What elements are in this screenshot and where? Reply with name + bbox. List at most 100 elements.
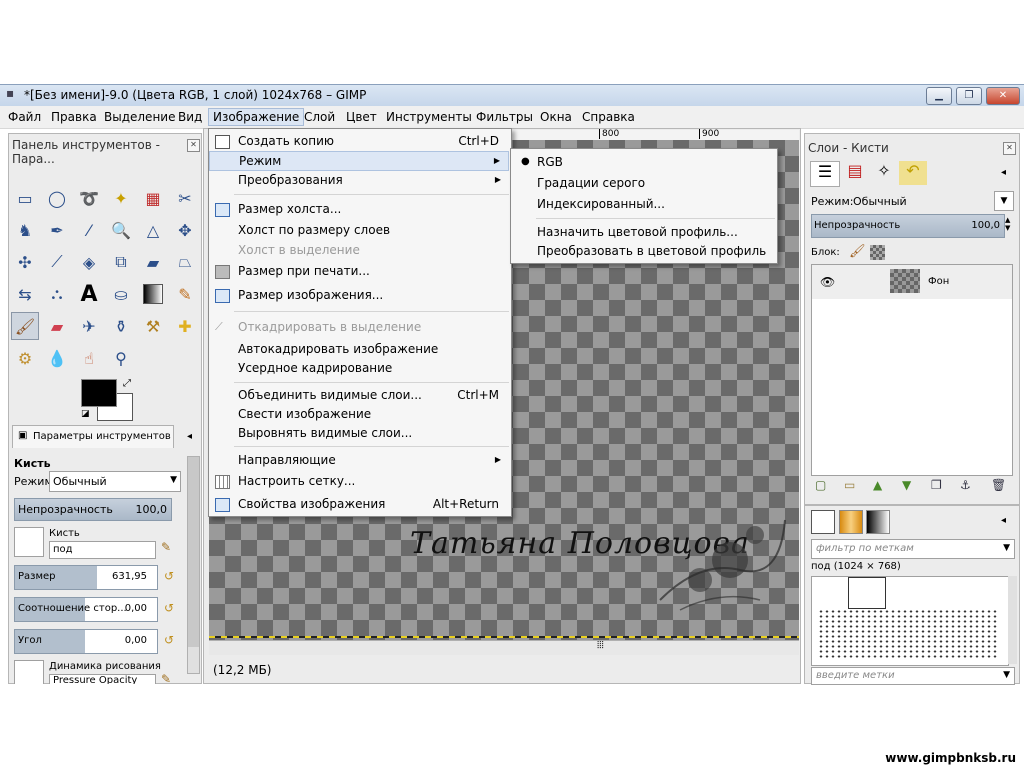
brushes-tab-icon[interactable] [811, 510, 835, 534]
menu-help[interactable]: Справка [578, 109, 639, 125]
dynamics-preview[interactable] [14, 660, 44, 684]
foreground-color-swatch[interactable] [81, 379, 117, 407]
menu-item-image-properties[interactable]: Свойства изображения Alt+Return [209, 495, 509, 513]
menu-item-duplicate[interactable]: Создать копию Ctrl+D [209, 132, 509, 150]
menu-item-merge-visible[interactable]: Объединить видимые слои... Ctrl+M [209, 386, 509, 404]
menu-item-configure-grid[interactable]: Настроить сетку... [209, 472, 509, 490]
anchor-layer-icon[interactable]: ⚓ [960, 478, 971, 492]
scissors-icon[interactable]: ✂ [171, 184, 199, 212]
angle-slider[interactable]: Угол 0,00 [14, 629, 158, 654]
aspect-ratio-slider[interactable]: Соотношение стор... 0,00 [14, 597, 158, 622]
menu-select[interactable]: Выделение [100, 109, 179, 125]
perspective-clone-icon[interactable]: ⚙ [11, 344, 39, 372]
blur-icon[interactable]: 💧 [43, 344, 71, 372]
lasso-icon[interactable]: ➰ [75, 184, 103, 212]
paintbrush-icon[interactable]: 🖌 [11, 312, 39, 340]
brush-selected-tile[interactable] [848, 577, 886, 609]
close-button[interactable]: ✕ [986, 87, 1020, 105]
gradients-tab-icon[interactable] [866, 510, 890, 534]
tab-menu-icon[interactable]: ◂ [187, 431, 192, 442]
layers-panel-close-button[interactable]: ✕ [1003, 142, 1016, 155]
raise-layer-icon[interactable]: ▲ [873, 478, 882, 492]
lock-alpha-icon[interactable] [870, 245, 885, 260]
menu-item-mode[interactable]: Режим ▶ [209, 151, 509, 171]
mode-item-indexed[interactable]: Индексированный... [511, 195, 775, 213]
mode-item-assign-profile[interactable]: Назначить цветовой профиль... [511, 223, 775, 241]
undo-history-tab-icon[interactable]: ↶ [899, 161, 927, 185]
paths-icon[interactable]: ✒ [43, 216, 71, 244]
lower-layer-icon[interactable]: ▼ [902, 478, 911, 492]
menu-windows[interactable]: Окна [536, 109, 576, 125]
menu-color[interactable]: Цвет [342, 109, 381, 125]
edit-brush-icon[interactable]: ✎ [161, 540, 171, 554]
menu-item-zealous-crop[interactable]: Усердное кадрирование [209, 359, 509, 377]
size-slider[interactable]: Размер 631,95 [14, 565, 158, 590]
shear-icon[interactable]: ▰ [139, 248, 167, 276]
layer-thumbnail[interactable] [890, 269, 920, 293]
layers-tab-menu-icon[interactable]: ◂ [1001, 167, 1006, 178]
new-layer-group-icon[interactable]: ▭ [844, 478, 855, 492]
menu-item-fit-canvas-selection[interactable]: Холст в выделение [209, 241, 509, 259]
bucket-fill-icon[interactable]: ⛀ [107, 280, 135, 308]
menu-image[interactable]: Изображение [208, 108, 305, 126]
clone-icon[interactable]: ⚒ [139, 312, 167, 340]
rotate-icon[interactable]: ◈ [75, 248, 103, 276]
cage-icon[interactable]: ⛬ [43, 280, 71, 308]
mode-item-grayscale[interactable]: Градации серого [511, 174, 775, 192]
rect-select-icon[interactable]: ▭ [11, 184, 39, 212]
ink-icon[interactable]: ⚱ [107, 312, 135, 340]
swap-colors-icon[interactable]: ⤢ [123, 378, 131, 389]
brush-grid-scrollbar[interactable] [1008, 576, 1017, 664]
menu-file[interactable]: Файл [4, 109, 45, 125]
foreground-select-icon[interactable]: ♞ [11, 216, 39, 244]
move-icon[interactable]: ✥ [171, 216, 199, 244]
measure-icon[interactable]: △ [139, 216, 167, 244]
brush-preview[interactable] [14, 527, 44, 557]
zoom-icon[interactable]: 🔍 [107, 216, 135, 244]
scrollbar-grip-icon[interactable]: ⦙⦙⦙ [597, 640, 604, 651]
layer-visibility-eye-icon[interactable]: 👁 [820, 275, 835, 289]
perspective-icon[interactable]: ⏢ [171, 248, 199, 276]
crop-icon[interactable]: ⟋ [43, 248, 71, 276]
mode-select[interactable]: Обычный ▼ [49, 471, 181, 492]
fuzzy-select-icon[interactable]: ✦ [107, 184, 135, 212]
layer-opacity-slider[interactable]: Непрозрачность 100,0 [811, 214, 1005, 238]
lock-pixels-icon[interactable]: 🖌 [849, 244, 866, 259]
reset-ratio-icon[interactable]: ↺ [164, 601, 174, 615]
align-icon[interactable]: ✣ [11, 248, 39, 276]
select-by-color-icon[interactable]: ▦ [139, 184, 167, 212]
toolbox-scrollbar[interactable] [187, 456, 200, 674]
scale-icon[interactable]: ⧉ [107, 248, 135, 276]
paths-tab-icon[interactable]: ✧ [870, 161, 898, 185]
opacity-spin-icon[interactable]: ▲ ▼ [1005, 216, 1010, 232]
maximize-button[interactable]: ❐ [956, 87, 982, 105]
reset-angle-icon[interactable]: ↺ [164, 633, 174, 647]
toolbox-close-button[interactable]: ✕ [187, 139, 200, 152]
airbrush-icon[interactable]: ✈ [75, 312, 103, 340]
dodge-burn-icon[interactable]: ⚲ [107, 344, 135, 372]
eraser-icon[interactable]: ▰ [43, 312, 71, 340]
edit-dynamics-icon[interactable]: ✎ [161, 672, 171, 686]
brush-tag-filter[interactable]: фильтр по меткам ▼ [811, 539, 1015, 559]
menu-item-crop-to-selection[interactable]: ⟋ Откадрировать в выделение [209, 318, 509, 336]
layer-mode-dropdown[interactable]: ▼ [994, 191, 1014, 211]
flip-icon[interactable]: ⇆ [11, 280, 39, 308]
channels-tab-icon[interactable]: ▤ [841, 161, 869, 185]
dynamics-field[interactable]: Pressure Opacity [49, 674, 156, 684]
menu-item-align-layers[interactable]: Выровнять видимые слои... [209, 424, 509, 442]
text-icon[interactable]: A [75, 280, 103, 308]
ellipse-select-icon[interactable]: ◯ [43, 184, 71, 212]
heal-icon[interactable]: ✚ [171, 312, 199, 340]
color-picker-icon[interactable]: ⁄ [75, 216, 103, 244]
menu-view[interactable]: Вид [174, 109, 206, 125]
minimize-button[interactable]: ▁ [926, 87, 952, 105]
brushes-tab-menu-icon[interactable]: ◂ [1001, 515, 1006, 526]
brush-tags-input[interactable]: введите метки ▼ [811, 667, 1015, 685]
new-layer-icon[interactable]: ▢ [815, 478, 826, 492]
duplicate-layer-icon[interactable]: ❐ [931, 478, 942, 492]
menu-item-canvas-size[interactable]: Размер холста... [209, 200, 509, 218]
menu-item-scale-image[interactable]: Размер изображения... [209, 286, 509, 304]
menu-edit[interactable]: Правка [47, 109, 101, 125]
default-colors-icon[interactable]: ◪ [81, 409, 90, 419]
tool-options-tab[interactable]: ▣ Параметры инструментов [12, 425, 174, 448]
